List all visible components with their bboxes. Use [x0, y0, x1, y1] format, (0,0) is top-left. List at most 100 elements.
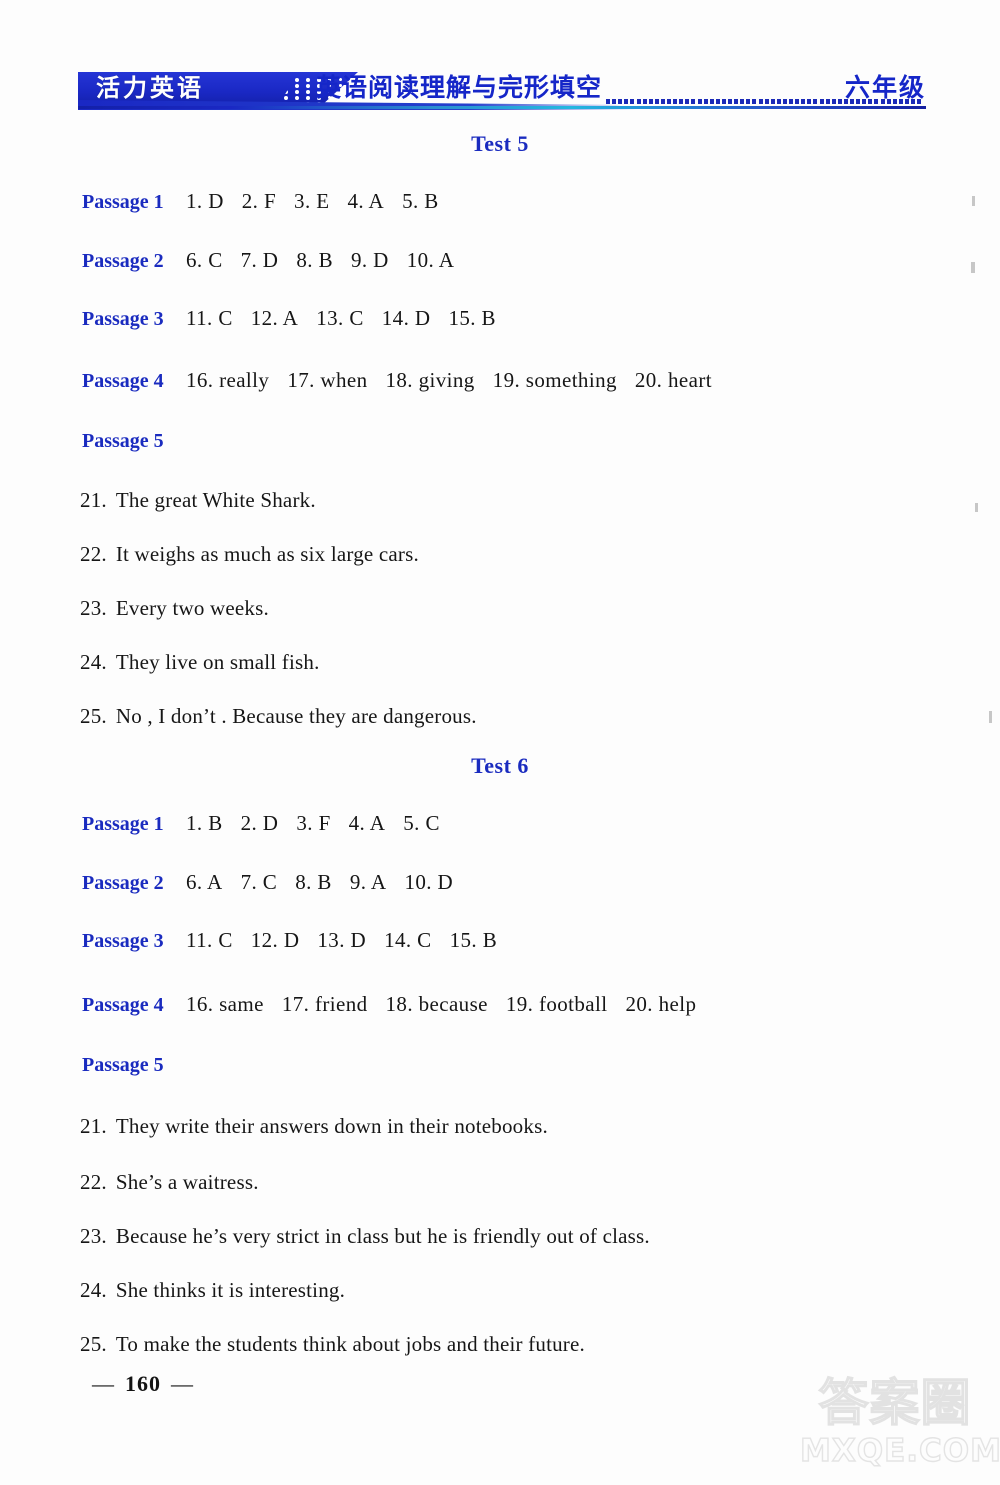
answer-line: 23. Every two weeks.: [80, 596, 269, 621]
answer-text: The great White Shark.: [115, 488, 316, 512]
answer-item: 5. B: [402, 189, 439, 213]
passage-label: Passage 3: [82, 930, 164, 952]
answer-item: 19. football: [505, 992, 608, 1016]
answer-item: 3. E: [294, 189, 330, 213]
answer-number: 21.: [80, 1114, 107, 1138]
passage-label: Passage 5: [82, 430, 164, 452]
passage-label: Passage 5: [82, 1054, 164, 1076]
passage-answer-row: Passage 2 6. C 7. D 8. B 9. D 10. A: [82, 248, 472, 273]
footer-dash-right: —: [171, 1371, 194, 1396]
passage-label: Passage 4: [82, 370, 164, 392]
answer-line: 22. It weighs as much as six large cars.: [80, 542, 419, 567]
passage-answers: 16. really 17. when 18. giving 19. somethin…: [186, 368, 730, 393]
answer-item: 13. C: [316, 306, 364, 330]
passage-answer-row: Passage 1 1. B 2. D 3. F 4. A 5. C: [82, 811, 458, 836]
passage-answer-row: Passage 3 11. C 12. D 13. D 14. C 15. B: [82, 928, 515, 953]
answer-line: 24. She thinks it is interesting.: [80, 1278, 345, 1303]
answer-item: 12. D: [250, 928, 300, 952]
answer-number: 25.: [80, 1332, 107, 1356]
watermark: 答案圈 MXQE.COM: [799, 1373, 1000, 1482]
passage-answers: 11. C 12. A 13. C 14. D 15. B: [186, 306, 514, 331]
answer-item: 6. C: [186, 248, 223, 272]
answer-item: 8. B: [295, 870, 332, 894]
watermark-domain: MXQE.COM: [799, 1432, 1000, 1469]
passage-label: Passage 2: [82, 250, 164, 272]
answer-item: 17. when: [287, 368, 368, 392]
passage-answers: 11. C 12. D 13. D 14. C 15. B: [186, 928, 515, 953]
answer-item: 6. A: [186, 870, 223, 894]
answer-number: 22.: [80, 1170, 107, 1194]
passage-answers: 16. same 17. friend 18. because 19. footbal…: [186, 992, 714, 1017]
test-heading: Test 5: [471, 131, 529, 156]
answer-item: 9. A: [349, 870, 387, 894]
answer-item: 18. because: [385, 992, 488, 1016]
passage-answer-row: Passage 1 1. D 2. F 3. E 4. A 5. B: [82, 189, 457, 214]
passage-answers: 6. C 7. D 8. B 9. D 10. A: [186, 248, 472, 273]
page-number: 160: [125, 1371, 161, 1396]
answer-item: 12. A: [250, 306, 299, 330]
answer-number: 24.: [80, 1278, 107, 1302]
answer-number: 23.: [80, 1224, 107, 1248]
answer-item: 11. C: [186, 306, 233, 330]
answer-text: They write their answers down in their n…: [115, 1114, 548, 1138]
answer-item: 19. something: [492, 368, 617, 392]
answer-line: 25. No , I don’t . Because they are dange…: [80, 704, 477, 729]
answer-line: 24. They live on small fish.: [80, 650, 320, 675]
page-footer: — 160 —: [82, 1371, 204, 1397]
passage-answer-row: Passage 4 16. really 17. when 18. giving 19.…: [82, 368, 730, 393]
answer-text: Every two weeks.: [115, 596, 269, 620]
answer-text: They live on small fish.: [115, 650, 320, 674]
answer-line: 21. They write their answers down in thei…: [80, 1114, 548, 1139]
passage-answer-row: Passage 2 6. A 7. C 8. B 9. A 10. D: [82, 870, 471, 895]
scan-speckle: [971, 262, 975, 273]
passage-label: Passage 3: [82, 308, 164, 330]
answer-item: 14. D: [381, 306, 431, 330]
scan-speckle: [989, 711, 992, 723]
passage-label: Passage 1: [82, 191, 164, 213]
passage-answers: 1. B 2. D 3. F 4. A 5. C: [186, 811, 458, 836]
passage-label: Passage 4: [82, 994, 164, 1016]
answer-line: 23. Because he’s very strict in class but…: [80, 1224, 650, 1249]
passage-answer-row: Passage 4 16. same 17. friend 18. because 19…: [82, 992, 714, 1017]
answer-item: 16. same: [186, 992, 264, 1016]
header-title: 英语阅读理解与完形填空: [316, 73, 603, 102]
passage-answer-row: Passage 3 11. C 12. A 13. C 14. D 15. B: [82, 306, 514, 331]
answer-text: She’s a waitress.: [115, 1170, 259, 1194]
answer-item: 16. really: [186, 368, 270, 392]
watermark-chinese: 答案圈: [818, 1373, 972, 1432]
answer-item: 18. giving: [385, 368, 475, 392]
answer-item: 1. B: [186, 811, 223, 835]
answer-text: To make the students think about jobs an…: [115, 1332, 585, 1356]
answer-text: Because he’s very strict in class but he…: [115, 1224, 650, 1248]
passage-label: Passage 2: [82, 872, 164, 894]
brand-label: 活力英语: [96, 74, 204, 102]
answer-item: 13. D: [317, 928, 367, 952]
header-rule: [78, 106, 926, 109]
answer-item: 4. A: [347, 189, 385, 213]
answer-item: 8. B: [296, 248, 333, 272]
answer-item: 4. A: [348, 811, 386, 835]
answer-item: 15. B: [448, 306, 496, 330]
answer-item: 20. heart: [634, 368, 712, 392]
answer-number: 22.: [80, 542, 107, 566]
answer-item: 14. C: [384, 928, 432, 952]
answer-item: 11. C: [186, 928, 233, 952]
scan-speckle: [972, 196, 975, 206]
page: 活力英语 英语阅读理解与完形填空 六年级 Test 5 Passage 1 1. D…: [0, 0, 1000, 1485]
passage-answers: 1. D 2. F 3. E 4. A 5. B: [186, 189, 457, 214]
answer-item: 7. C: [240, 870, 278, 894]
answer-line: 22. She’s a waitress.: [80, 1170, 259, 1195]
answer-item: 15. B: [449, 928, 498, 952]
test-heading: Test 6: [471, 753, 529, 778]
answer-line: 21. The great White Shark.: [80, 488, 316, 513]
answer-item: 1. D: [186, 189, 224, 213]
answer-item: 17. friend: [281, 992, 368, 1016]
answer-item: 20. help: [625, 992, 697, 1016]
answer-item: 7. D: [240, 248, 279, 272]
answer-number: 25.: [80, 704, 107, 728]
passage-label: Passage 1: [82, 813, 164, 835]
answer-item: 9. D: [350, 248, 389, 272]
answer-item: 2. D: [240, 811, 279, 835]
answer-item: 10. A: [406, 248, 455, 272]
answer-number: 21.: [80, 488, 107, 512]
